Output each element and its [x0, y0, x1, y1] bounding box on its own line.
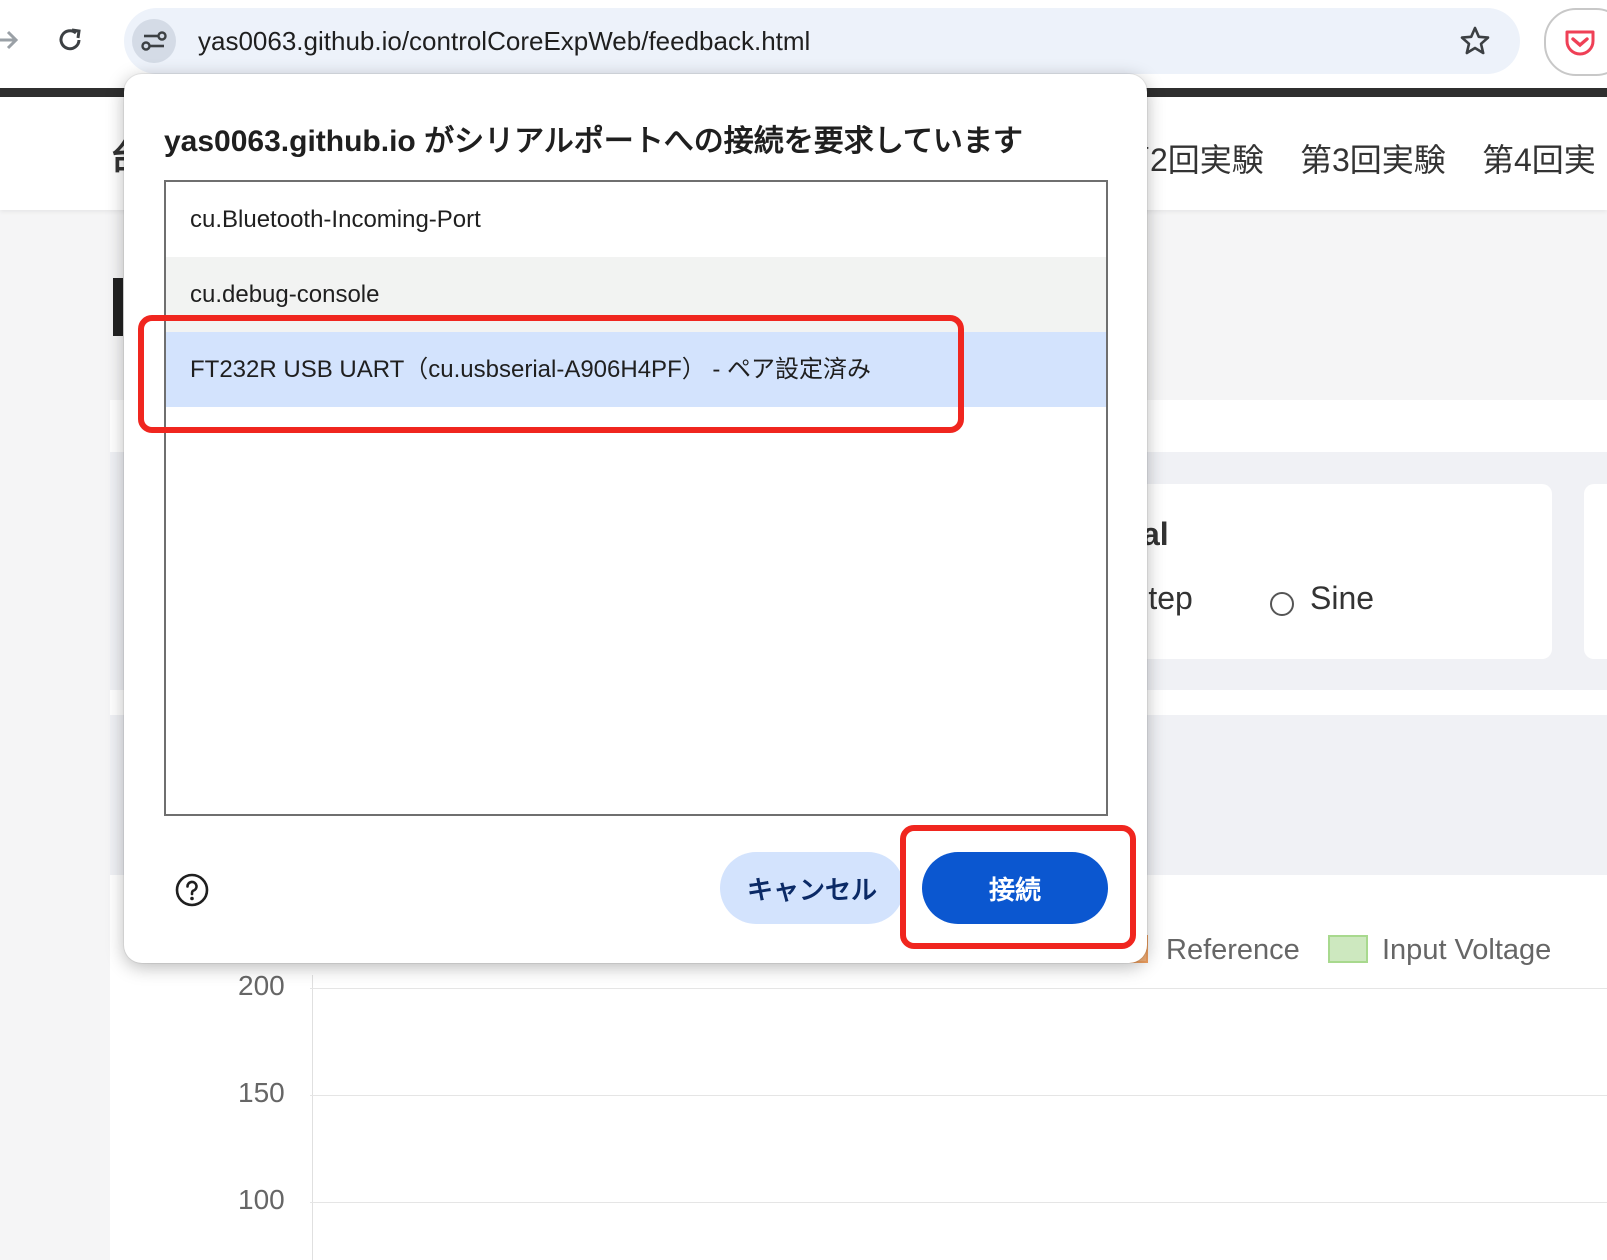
- y-tick-label: 150: [238, 1077, 285, 1108]
- grid-line: [310, 1202, 1607, 1203]
- nav-link-exp3[interactable]: 第3回実験: [1300, 135, 1446, 181]
- pocket-icon: [1562, 24, 1598, 60]
- grid-line: [310, 988, 1607, 989]
- legend-swatch-input-voltage[interactable]: [1328, 935, 1368, 963]
- chart-y-axis: [312, 975, 313, 1260]
- port-item-ft232r[interactable]: FT232R USB UART（cu.usbserial-A906H4PF） -…: [166, 332, 1106, 407]
- reload-icon[interactable]: [52, 22, 88, 58]
- bookmark-star-icon[interactable]: [1458, 24, 1492, 58]
- legend-label-input-voltage[interactable]: Input Voltage: [1382, 934, 1551, 967]
- nav-link-exp4[interactable]: 第4回実: [1482, 135, 1596, 181]
- url-text[interactable]: yas0063.github.io/controlCoreExpWeb/feed…: [198, 8, 810, 74]
- signal-card: [1080, 484, 1552, 659]
- cancel-button[interactable]: キャンセル: [720, 852, 904, 924]
- legend-label-reference[interactable]: Reference: [1166, 934, 1300, 967]
- connect-button[interactable]: 接続: [922, 852, 1108, 924]
- y-tick-label: 200: [238, 970, 285, 1001]
- dialog-title: yas0063.github.io がシリアルポートへの接続を要求しています: [164, 125, 1023, 158]
- forward-arrow-icon[interactable]: [0, 22, 24, 58]
- port-list[interactable]: cu.Bluetooth-Incoming-Port cu.debug-cons…: [164, 180, 1108, 816]
- pocket-extension-button[interactable]: [1544, 8, 1607, 76]
- help-icon[interactable]: [174, 872, 210, 908]
- site-settings-icon[interactable]: [132, 19, 176, 63]
- next-card: [1584, 484, 1607, 659]
- radio-sine[interactable]: [1270, 592, 1294, 616]
- address-bar[interactable]: yas0063.github.io/controlCoreExpWeb/feed…: [124, 8, 1520, 74]
- port-item-debug-console[interactable]: cu.debug-console: [166, 257, 1106, 332]
- serial-port-dialog: yas0063.github.io がシリアルポートへの接続を要求しています c…: [124, 74, 1147, 963]
- y-tick-label: 100: [238, 1184, 285, 1215]
- grid-line: [310, 1095, 1607, 1096]
- radio-sine-label[interactable]: Sine: [1310, 580, 1374, 617]
- page-title: [113, 278, 123, 336]
- port-item-bluetooth[interactable]: cu.Bluetooth-Incoming-Port: [166, 182, 1106, 257]
